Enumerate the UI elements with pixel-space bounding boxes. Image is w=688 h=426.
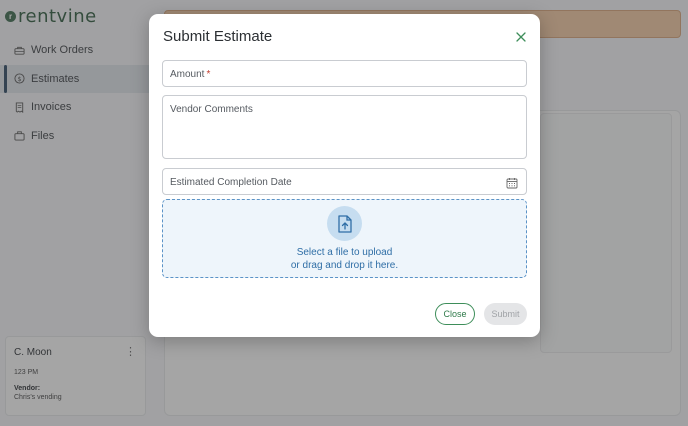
required-mark: *	[206, 69, 211, 80]
file-upload-dropzone[interactable]: Select a file to upload or drag and drop…	[162, 199, 527, 278]
close-button[interactable]: Close	[435, 303, 475, 325]
vendor-comments-field[interactable]: Vendor Comments	[162, 95, 527, 159]
submit-button[interactable]: Submit	[484, 303, 527, 325]
close-icon[interactable]	[515, 30, 527, 42]
submit-estimate-dialog: Submit Estimate Amount * Vendor Comments …	[149, 14, 540, 337]
upload-instruction-line2: or drag and drop it here.	[290, 260, 399, 271]
amount-label: Amount *	[170, 69, 211, 80]
upload-file-icon	[327, 206, 362, 241]
completion-date-label: Estimated Completion Date	[170, 177, 292, 188]
estimated-completion-date-field[interactable]: Estimated Completion Date	[162, 168, 527, 195]
calendar-icon[interactable]	[506, 176, 518, 189]
vendor-comments-label: Vendor Comments	[170, 104, 253, 115]
dialog-title: Submit Estimate	[163, 28, 273, 45]
amount-field[interactable]: Amount *	[162, 60, 527, 87]
upload-instruction-line1: Select a file to upload	[296, 247, 393, 258]
